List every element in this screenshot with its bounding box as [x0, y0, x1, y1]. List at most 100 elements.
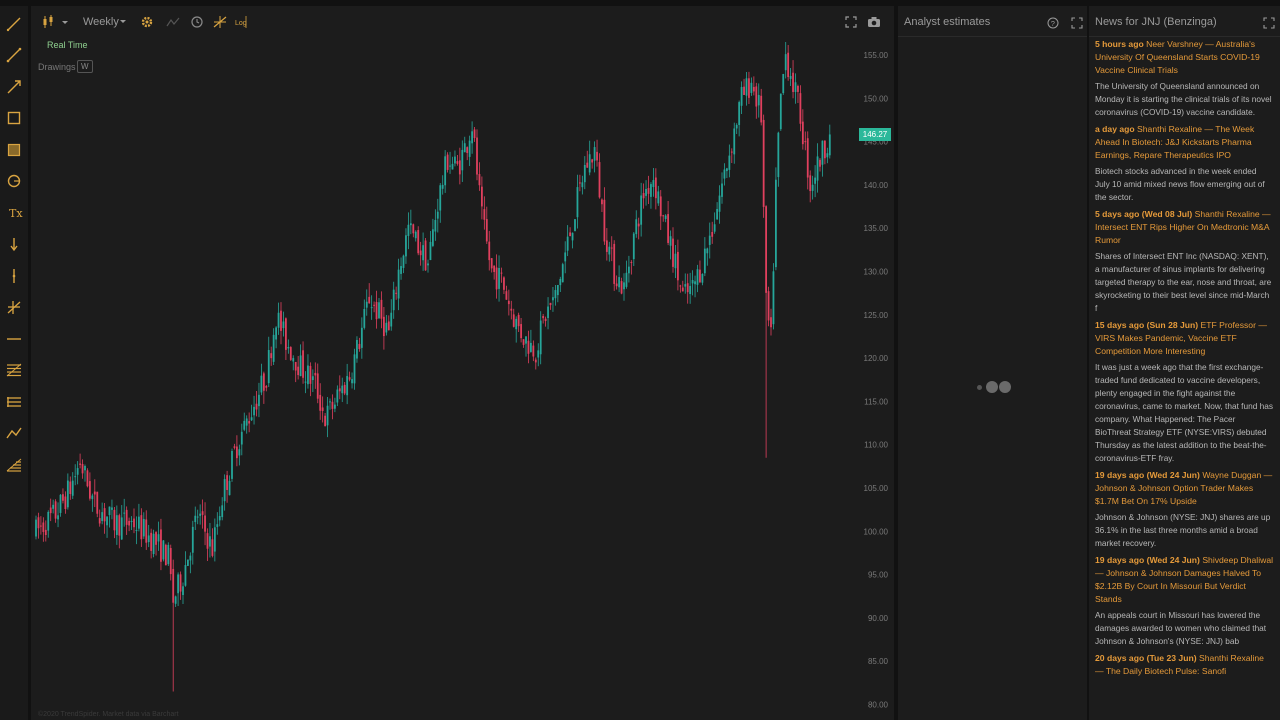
news-item[interactable]: 20 days ago (Tue 23 Jun) Shanthi Rexalin… — [1095, 652, 1273, 678]
circle-tool-icon[interactable] — [2, 169, 26, 193]
expand-icon[interactable] — [1263, 16, 1275, 29]
candle-body — [133, 518, 135, 528]
timeframe-select[interactable]: Weekly — [83, 16, 119, 28]
candle-body — [512, 314, 515, 327]
news-item[interactable]: 19 days ago (Wed 24 Jun) Shivdeep Dhaliw… — [1095, 554, 1273, 648]
price-axis-label: 140.00 — [864, 181, 889, 190]
channel-tool-icon[interactable] — [2, 390, 26, 414]
drawings-label[interactable]: Drawings — [38, 62, 76, 72]
realtime-label[interactable]: Real Time — [47, 40, 88, 50]
news-item[interactable]: 5 hours ago Neer Varshney — Australia's … — [1095, 38, 1273, 119]
fill-rectangle-tool-icon[interactable] — [2, 138, 26, 162]
help-icon[interactable]: ? — [1047, 16, 1059, 29]
candle-body — [767, 291, 770, 321]
news-headline-link[interactable]: 15 days ago (Sun 28 Jun) ETF Professor —… — [1095, 319, 1273, 358]
candle-body — [699, 269, 701, 283]
candle-body — [726, 168, 728, 172]
news-item[interactable]: 5 days ago (Wed 08 Jul) Shanthi Rexaline… — [1095, 208, 1273, 315]
candle-body — [605, 240, 608, 252]
candle-body — [128, 520, 130, 526]
candle-body — [177, 574, 179, 594]
candle-body — [444, 156, 447, 186]
text-tool-icon[interactable]: Tx — [2, 201, 26, 225]
chevron-down-icon[interactable] — [61, 12, 69, 32]
fullscreen-icon[interactable] — [844, 12, 858, 32]
candle-body — [463, 143, 466, 153]
news-headline-link[interactable]: 19 days ago (Wed 24 Jun) Wayne Duggan — … — [1095, 469, 1273, 508]
candle-body — [343, 384, 346, 394]
crosshair-trend-icon[interactable] — [212, 12, 228, 32]
price-axis-label: 110.00 — [864, 441, 888, 450]
price-chart[interactable]: 155.00150.00145.00140.00135.00130.00125.… — [31, 6, 894, 720]
candle-body — [42, 522, 45, 532]
candle-body — [684, 284, 687, 287]
candle-body — [118, 515, 121, 536]
news-headline-link[interactable]: 5 hours ago Neer Varshney — Australia's … — [1095, 38, 1273, 77]
expand-icon[interactable] — [1071, 16, 1083, 29]
candle-body — [74, 476, 77, 478]
candle-body — [574, 219, 576, 231]
candle-body — [150, 532, 153, 551]
news-item[interactable]: a day ago Shanthi Rexaline — The Week Ah… — [1095, 123, 1273, 204]
candle-body — [265, 386, 268, 388]
cross-line-tool-icon[interactable] — [2, 295, 26, 319]
candle-body — [628, 266, 630, 274]
candle-body — [236, 446, 238, 459]
candle-type-icon[interactable] — [41, 12, 55, 32]
candle-body — [44, 529, 47, 536]
candle-body — [770, 317, 772, 328]
candle-body — [69, 481, 72, 494]
candle-body — [507, 300, 510, 305]
candle-body — [209, 536, 211, 547]
candle-body — [743, 86, 745, 95]
pencil-tool-icon[interactable] — [2, 12, 26, 36]
fibonacci-tool-icon[interactable] — [2, 358, 26, 382]
candle-body — [738, 102, 741, 125]
news-item[interactable]: 19 days ago (Wed 24 Jun) Wayne Duggan — … — [1095, 469, 1273, 550]
candle-body — [441, 184, 444, 189]
log-scale-toggle[interactable]: Log — [233, 12, 249, 32]
candle-body — [681, 287, 684, 292]
candle-body — [454, 156, 456, 164]
news-time: 20 days ago (Tue 23 Jun) — [1095, 653, 1197, 663]
candle-body — [549, 302, 552, 306]
news-headline-link[interactable]: 5 days ago (Wed 08 Jul) Shanthi Rexaline… — [1095, 208, 1273, 247]
candle-body — [365, 301, 368, 308]
news-headline-link[interactable]: a day ago Shanthi Rexaline — The Week Ah… — [1095, 123, 1273, 162]
candle-body — [324, 415, 326, 427]
arrow-down-tool-icon[interactable] — [2, 232, 26, 256]
news-item[interactable]: 15 days ago (Sun 28 Jun) ETF Professor —… — [1095, 319, 1273, 465]
chart-copyright: ©2020 TrendSpider. Market data via Barch… — [38, 711, 179, 718]
rectangle-tool-icon[interactable] — [2, 106, 26, 130]
news-summary: The University of Queensland announced o… — [1095, 81, 1272, 117]
news-headline-link[interactable]: 20 days ago (Tue 23 Jun) Shanthi Rexalin… — [1095, 652, 1273, 678]
chevron-down-icon[interactable] — [119, 18, 127, 26]
gear-icon[interactable] — [139, 12, 155, 32]
candle-body — [669, 236, 672, 246]
clock-icon[interactable] — [189, 12, 205, 32]
candle-body — [554, 290, 557, 299]
candle-body — [814, 177, 816, 184]
candle-body — [218, 516, 221, 521]
indicator-icon[interactable] — [165, 12, 181, 32]
candle-body — [113, 509, 116, 531]
candle-body — [520, 324, 522, 339]
ray-tool-icon[interactable] — [2, 75, 26, 99]
candle-body — [103, 508, 106, 522]
price-axis-label: 150.00 — [864, 94, 889, 103]
candle-body — [280, 310, 282, 331]
news-headline-link[interactable]: 19 days ago (Wed 24 Jun) Shivdeep Dhaliw… — [1095, 554, 1273, 606]
candle-body — [642, 193, 645, 199]
horizontal-line-tool-icon[interactable] — [2, 327, 26, 351]
candle-body — [184, 565, 187, 586]
candle-body — [495, 267, 498, 290]
trendline-tool-icon[interactable] — [2, 43, 26, 67]
camera-icon[interactable] — [866, 12, 882, 32]
vertical-line-tool-icon[interactable] — [2, 264, 26, 288]
candle-body — [654, 177, 657, 199]
candle-body — [652, 180, 655, 188]
candle-body — [775, 179, 777, 268]
candle-body — [601, 199, 603, 205]
fan-tool-icon[interactable] — [2, 453, 26, 477]
polyline-tool-icon[interactable] — [2, 421, 26, 445]
